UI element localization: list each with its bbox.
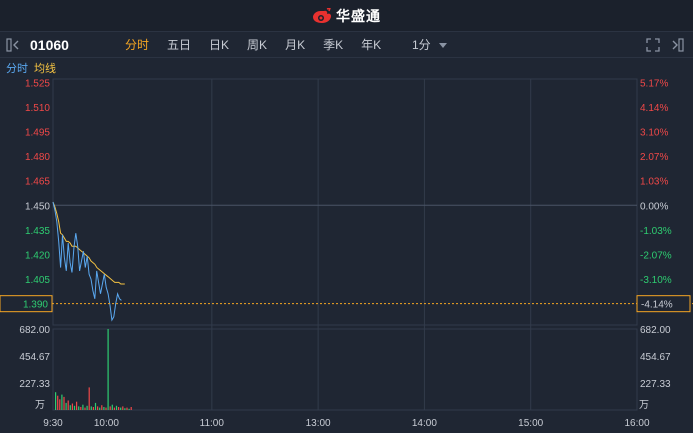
price-tick-label: 1.450 [25, 201, 50, 212]
current-pct-label: -4.14% [641, 300, 673, 311]
pct-tick-label: 4.14% [640, 103, 668, 114]
volume-bar [55, 392, 57, 410]
tab-1[interactable]: 五日 [158, 32, 200, 58]
pct-tick-label: 5.17% [640, 78, 668, 89]
volume-bar [63, 396, 65, 410]
volume-frame [52, 328, 638, 411]
current-price-label: 1.390 [23, 300, 48, 311]
volume-bar [61, 394, 63, 410]
time-label: 16:00 [624, 418, 649, 429]
pct-tick-label: 2.07% [640, 152, 668, 163]
volume-bar [128, 408, 130, 410]
tab-3[interactable]: 周K [238, 32, 276, 58]
volume-bar [120, 407, 122, 410]
huasheng-logo-icon [313, 7, 331, 23]
price-tick-label: 1.405 [25, 275, 50, 286]
volume-bar [103, 407, 105, 410]
interval-label: 1分 [412, 38, 431, 52]
volume-bar [99, 407, 101, 410]
volume-bar [59, 399, 61, 410]
time-label: 9:30 [43, 418, 63, 429]
side-panel-icon[interactable] [671, 38, 685, 52]
volume-tick-right: 454.67 [640, 352, 671, 363]
pct-tick-label: -2.07% [640, 250, 672, 261]
volume-bar [107, 329, 109, 410]
brand-bar: 华盛通 [0, 0, 693, 32]
volume-bar [71, 403, 73, 410]
volume-bar [105, 407, 107, 410]
pct-tick-label: -1.03% [640, 226, 672, 237]
time-label: 15:00 [518, 418, 543, 429]
price-tick-label: 1.435 [25, 226, 50, 237]
legend-item-0: 分时 [6, 63, 28, 75]
volume-bar [130, 407, 132, 410]
panel-collapse-icon[interactable] [6, 38, 22, 52]
volume-bar [111, 404, 113, 410]
volume-bar [86, 405, 88, 410]
intraday-price-line [52, 201, 122, 322]
price-tick-label: 1.495 [25, 127, 50, 138]
time-label: 13:00 [306, 418, 331, 429]
pct-tick-label: 1.03% [640, 177, 668, 188]
time-label: 10:00 [94, 418, 119, 429]
volume-bar [88, 387, 90, 410]
interval-dropdown[interactable]: 1分 [412, 32, 447, 58]
tab-4[interactable]: 月K [276, 32, 314, 58]
chevron-down-icon [438, 43, 447, 49]
volume-bar [115, 405, 118, 410]
volume-bar [94, 402, 97, 410]
brand-logo: 华盛通 [312, 6, 381, 26]
volume-unit-left: 万 [35, 400, 45, 411]
tab-2[interactable]: 日K [200, 32, 238, 58]
time-label: 11:00 [200, 418, 225, 429]
volume-bar [101, 405, 103, 410]
volume-bar [84, 407, 86, 410]
volume-bar [113, 407, 115, 410]
volume-tick-left: 227.33 [19, 379, 50, 390]
volume-unit-right: 万 [639, 400, 649, 411]
pct-tick-label: 0.00% [640, 201, 668, 212]
volume-bar [118, 407, 120, 410]
volume-bar [122, 406, 124, 410]
pct-tick-label: 3.10% [640, 127, 668, 138]
stock-code: 01060 [30, 37, 69, 53]
volume-bar [80, 407, 82, 410]
volume-bar [69, 405, 71, 410]
period-tabs: 分时 五日 日K 周K 月K 季K 年K [116, 32, 390, 58]
volume-bar [97, 406, 99, 410]
volume-bar [78, 406, 80, 410]
volume-bar [57, 395, 59, 410]
tab-5[interactable]: 季K [314, 32, 352, 58]
legend-item-1: 均线 [34, 63, 56, 75]
intraday-chart[interactable]: 1.525 1.510 1.495 1.480 1.465 1.450 1.435 1.420… [0, 77, 693, 433]
volume-tick-left: 682.00 [19, 325, 50, 336]
tab-0[interactable]: 分时 [116, 32, 158, 58]
price-tick-label: 1.480 [25, 152, 50, 163]
price-frame [52, 78, 638, 326]
price-tick-label: 1.465 [25, 177, 50, 188]
volume-bar [82, 404, 84, 410]
volume-bar [76, 401, 78, 410]
tab-6[interactable]: 年K [352, 32, 390, 58]
volume-tick-right: 227.33 [640, 379, 671, 390]
volume-bar [126, 407, 128, 410]
volume-bar [65, 402, 67, 410]
volume-tick-right: 682.00 [640, 325, 671, 336]
price-tick-label: 1.510 [25, 103, 50, 114]
fullscreen-icon[interactable] [646, 38, 660, 52]
price-tick-label: 1.420 [25, 250, 50, 261]
volume-bar [109, 406, 111, 410]
brand-name: 华盛通 [336, 7, 381, 24]
volume-bar [73, 405, 76, 410]
volume-bar [124, 408, 126, 410]
chart-toolbar: 01060 分时 五日 日K 周K 月K 季K 年K 1分 [0, 32, 693, 58]
volume-bar [90, 406, 92, 410]
volume-tick-left: 454.67 [19, 352, 50, 363]
volume-bar [67, 400, 69, 410]
volume-bar [92, 407, 94, 410]
time-label: 14:00 [412, 418, 437, 429]
pct-tick-label: -3.10% [640, 275, 672, 286]
chart-legend: 分时 均线 [0, 59, 693, 77]
price-tick-label: 1.525 [25, 78, 50, 89]
